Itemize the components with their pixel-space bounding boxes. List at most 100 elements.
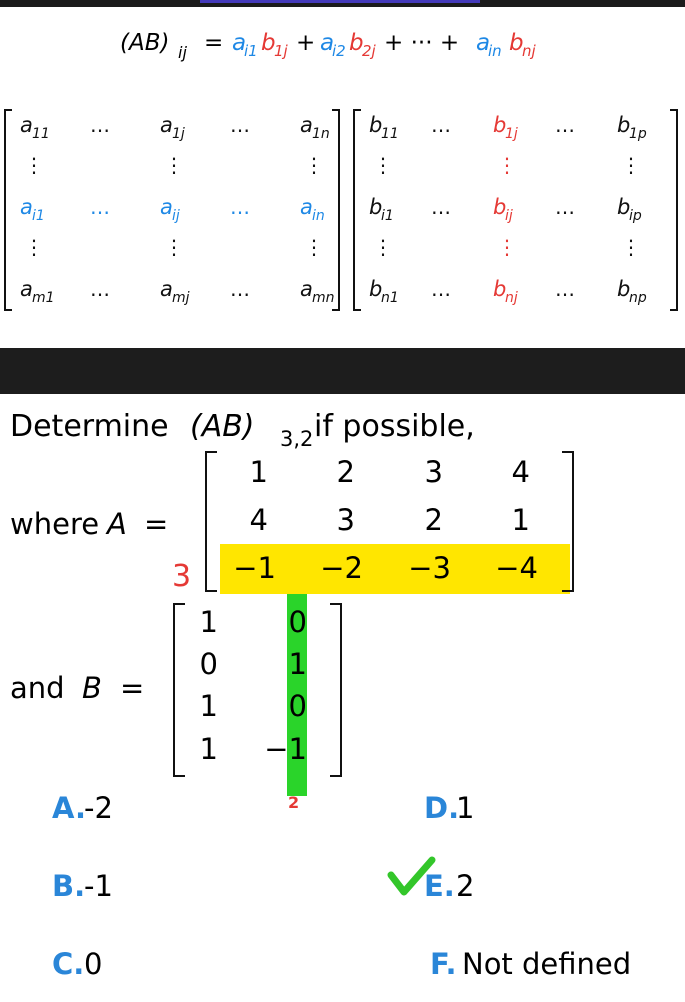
choice-b-letter: B. xyxy=(52,869,85,903)
matrix-a-cell: 3 xyxy=(425,455,443,489)
matrix-b-cell: −1 xyxy=(264,732,307,766)
ga-ellipsis: … xyxy=(230,113,250,137)
choice-b-text: -1 xyxy=(84,869,113,903)
matrix-a-cell: 2 xyxy=(425,503,443,537)
prompt-subscript: 3,2 xyxy=(280,427,313,451)
ga-entry-sub: m1 xyxy=(32,290,55,306)
gb-entry-sub: ij xyxy=(505,208,513,224)
gb-ellipsis: … xyxy=(431,195,451,219)
ga-ellipsis: ⋮ xyxy=(24,153,44,177)
b-equals: = xyxy=(120,671,144,705)
choice-f-letter: F. xyxy=(430,947,457,981)
gb-entry-sub: 11 xyxy=(381,126,399,142)
matrix-a-cells: a 11… a 1j… a 1n⋮ ⋮ ⋮a i1… a ij… a in⋮ ⋮ ⋮a m1… a mj… a mn xyxy=(20,113,335,306)
gb-entry-sub: ip xyxy=(629,208,642,224)
ga-entry: a xyxy=(300,113,313,137)
matrix-a-left-bracket xyxy=(4,109,12,311)
gb-entry-sub: np xyxy=(629,290,647,306)
matrix-a-cell: −1 xyxy=(233,551,276,585)
ga-entry-sub: 11 xyxy=(32,126,50,142)
choice-d-text: 1 xyxy=(456,791,474,825)
ga-entry-sub: i1 xyxy=(32,208,45,224)
ga-entry: a xyxy=(20,195,33,219)
ga-entry-sub: 1n xyxy=(312,126,330,142)
formula-lhs-sub: ij xyxy=(178,43,187,62)
matrix-b-right-bracket xyxy=(670,109,678,311)
section-divider-bar xyxy=(0,348,685,394)
gb-entry-sub: n1 xyxy=(381,290,399,306)
ga-entry: a xyxy=(300,277,313,301)
choice-d-letter: D. xyxy=(424,791,459,825)
gb-entry-sub: i1 xyxy=(381,208,394,224)
ga-ellipsis: ⋮ xyxy=(164,235,184,259)
gb-ellipsis: … xyxy=(555,195,575,219)
ga-entry-sub: in xyxy=(312,208,325,224)
ga-ellipsis: … xyxy=(90,113,110,137)
ga-ellipsis: … xyxy=(230,195,250,219)
ga-ellipsis: ⋮ xyxy=(304,235,324,259)
matrix-b-cell: 1 xyxy=(289,647,307,681)
ga-ellipsis: ⋮ xyxy=(164,153,184,177)
and-label: and xyxy=(10,671,65,705)
prompt-prefix: Determine xyxy=(10,409,169,444)
formula-t1b-sub: 1j xyxy=(274,42,289,60)
choice-c-letter: C. xyxy=(52,947,84,981)
matrix-a-cell: 1 xyxy=(512,503,530,537)
formula-tnb-sub: nj xyxy=(522,42,537,60)
ga-entry: a xyxy=(160,277,173,301)
matrix-a-right-bracket xyxy=(332,109,340,311)
matrix-a-name: A xyxy=(105,507,127,541)
ga-ellipsis: ⋮ xyxy=(24,235,44,259)
matrix-a-cell: −2 xyxy=(320,551,363,585)
ga-ellipsis: … xyxy=(90,195,110,219)
gb-ellipsis: ⋮ xyxy=(497,153,517,177)
ga-entry: a xyxy=(160,195,173,219)
q-matrix-b-right-bracket xyxy=(330,603,342,777)
gb-ellipsis: … xyxy=(555,277,575,301)
matrix-a-cell: −3 xyxy=(408,551,451,585)
formula-t1a-sub: i1 xyxy=(244,42,258,60)
matrix-a-cell: 2 xyxy=(337,455,355,489)
matrix-a-cell: 1 xyxy=(250,455,268,489)
q-matrix-a-left-bracket xyxy=(205,451,217,592)
gb-ellipsis: ⋮ xyxy=(621,235,641,259)
general-matrices: a 11… a 1j… a 1n⋮ ⋮ ⋮a i1… a ij… a in⋮ ⋮ ⋮a m1… a mj… a mn … xyxy=(4,109,678,311)
choice-c-text: 0 xyxy=(84,947,102,981)
question-panel: Determine (AB) 3,2 if possible, where A … xyxy=(10,409,631,981)
top-link-underline xyxy=(200,0,480,3)
ga-entry: a xyxy=(160,113,173,137)
gb-ellipsis: ⋮ xyxy=(373,153,393,177)
matrix-b-cells: b11… b1j… b1p⋮ ⋮ ⋮bi1… bij… bip⋮ ⋮ ⋮bn1… bnj… bnp xyxy=(369,113,647,306)
ga-entry: a xyxy=(300,195,313,219)
a-equals: = xyxy=(144,507,168,541)
gb-ellipsis: … xyxy=(431,113,451,137)
ga-entry-sub: ij xyxy=(172,208,180,224)
matrix-b-cell: 0 xyxy=(289,689,307,723)
formula-t2b-sub: 2j xyxy=(362,42,377,60)
where-label: where xyxy=(10,507,99,541)
row-mark-3: 3 xyxy=(172,559,191,594)
matrix-b-cell: 1 xyxy=(200,732,218,766)
matrix-b-left-bracket xyxy=(353,109,361,311)
formula-tna-sub: in xyxy=(488,42,502,60)
matrix-a-cell: −4 xyxy=(495,551,538,585)
gb-ellipsis: … xyxy=(431,277,451,301)
matrix-b-cell: 1 xyxy=(200,689,218,723)
choice-e-text: 2 xyxy=(456,869,474,903)
gb-ellipsis: ⋮ xyxy=(373,235,393,259)
matrix-b-cell: 0 xyxy=(289,605,307,639)
choice-a-letter: A. xyxy=(52,791,86,825)
column-mark-2: 2 xyxy=(288,793,299,812)
matrix-b-cell: 1 xyxy=(200,605,218,639)
ga-entry: a xyxy=(20,113,33,137)
q-matrix-b-left-bracket xyxy=(173,603,185,777)
prompt-suffix: if possible, xyxy=(314,409,475,444)
ga-entry-sub: mn xyxy=(312,290,335,306)
matrix-a-cell: 3 xyxy=(337,503,355,537)
ga-entry-sub: mj xyxy=(172,290,190,306)
product-formula: (AB) ij = a i1 b 1j + a i2 b 2j + ··· + … xyxy=(120,30,537,62)
choice-f-text: Not defined xyxy=(462,947,631,981)
formula-plus1: + xyxy=(296,30,315,56)
ga-ellipsis: … xyxy=(230,277,250,301)
gb-ellipsis: … xyxy=(555,113,575,137)
